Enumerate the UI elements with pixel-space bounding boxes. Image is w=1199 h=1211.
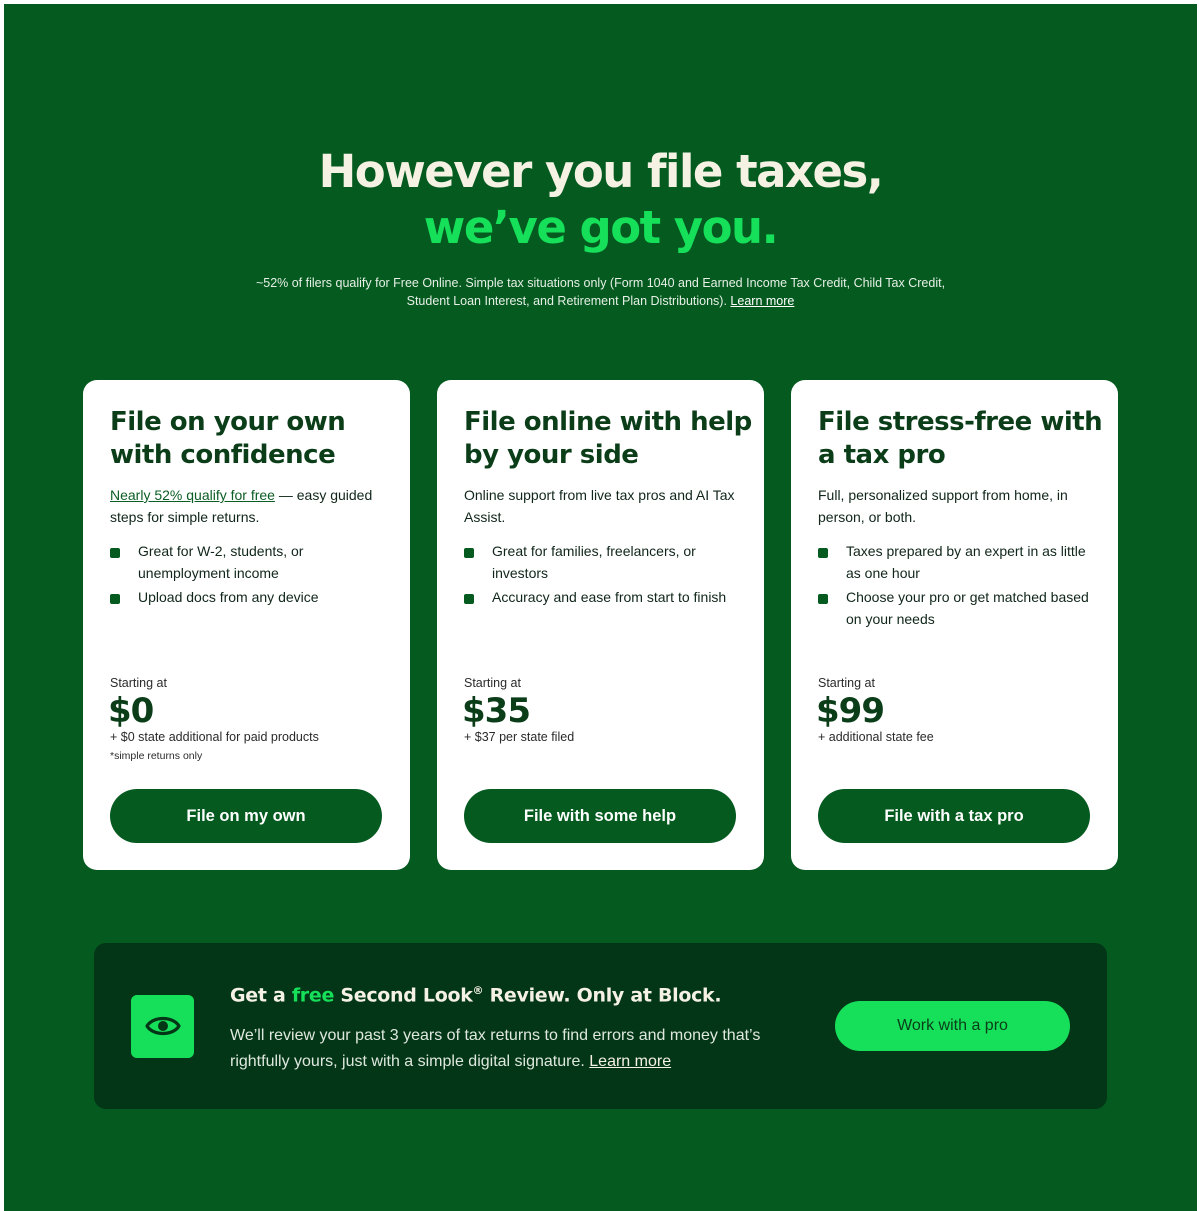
registered-mark: ® <box>472 984 484 997</box>
work-with-pro-button[interactable]: Work with a pro <box>835 1001 1070 1051</box>
feature-item: Great for W-2, students, or unemployment… <box>110 540 395 584</box>
square-bullet-icon <box>464 548 474 558</box>
file-on-my-own-button[interactable]: File on my own <box>110 789 382 843</box>
feature-text: Accuracy and ease from start to finish <box>492 589 727 605</box>
card-features: Great for families, freelancers, or inve… <box>464 540 749 610</box>
price: $35 <box>462 691 531 731</box>
state-fee: + $37 per state filed <box>464 730 575 744</box>
banner-title-free: free <box>291 984 335 1007</box>
file-with-some-help-button[interactable]: File with some help <box>464 789 736 843</box>
price: $0 <box>108 691 154 731</box>
banner-body-text: We’ll review your past 3 years of tax re… <box>230 1027 761 1070</box>
square-bullet-icon <box>818 548 828 558</box>
state-fee: + $0 state additional for paid products <box>110 730 319 744</box>
page: However you file taxes, we’ve got you. ~… <box>4 4 1197 1211</box>
starting-at-label: Starting at <box>818 676 875 690</box>
feature-item: Taxes prepared by an expert in as little… <box>818 540 1103 584</box>
feature-text: Taxes prepared by an expert in as little… <box>846 543 1086 581</box>
hero-title-line1: However you file taxes, <box>318 145 884 198</box>
banner-title: Get a free Second Look® Review. Only at … <box>230 979 722 1007</box>
card-features: Taxes prepared by an expert in as little… <box>818 540 1103 632</box>
banner-body: We’ll review your past 3 years of tax re… <box>230 1023 790 1075</box>
card-title: File online with help by your side <box>464 407 752 470</box>
feature-text: Choose your pro or get matched based on … <box>846 589 1089 627</box>
card-description: Full, personalized support from home, in… <box>818 487 1068 525</box>
second-look-banner: Get a free Second Look® Review. Only at … <box>94 943 1107 1109</box>
state-fee: + additional state fee <box>818 730 934 744</box>
card-description: Online support from live tax pros and AI… <box>464 487 735 525</box>
card-file-on-own: File on your own with confidence Nearly … <box>83 380 410 870</box>
banner-learn-more-link[interactable]: Learn more <box>589 1053 671 1070</box>
price: $99 <box>816 691 885 731</box>
card-file-with-help: File online with help by your side Onlin… <box>437 380 764 870</box>
banner-title-end: Review. Only at Block. <box>483 984 722 1007</box>
feature-item: Great for families, freelancers, or inve… <box>464 540 749 584</box>
card-file-with-pro: File stress-free with a tax pro Full, pe… <box>791 380 1118 870</box>
card-features: Great for W-2, students, or unemployment… <box>110 540 395 610</box>
eye-icon <box>131 995 194 1058</box>
file-with-tax-pro-button[interactable]: File with a tax pro <box>818 789 1090 843</box>
product-cards: File on your own with confidence Nearly … <box>83 380 1118 870</box>
card-title: File on your own with confidence <box>110 407 346 470</box>
feature-text: Upload docs from any device <box>138 589 319 605</box>
feature-text: Great for families, freelancers, or inve… <box>492 543 696 581</box>
hero-title-line2: we’ve got you. <box>423 201 779 254</box>
card-description: Nearly 52% qualify for free — easy guide… <box>110 484 395 528</box>
square-bullet-icon <box>110 594 120 604</box>
square-bullet-icon <box>818 594 828 604</box>
starting-at-label: Starting at <box>110 676 167 690</box>
disclaimer-text: ~52% of filers qualify for Free Online. … <box>255 276 946 308</box>
feature-item: Choose your pro or get matched based on … <box>818 586 1103 630</box>
card-title: File stress-free with a tax pro <box>818 407 1103 470</box>
starting-at-label: Starting at <box>464 676 521 690</box>
square-bullet-icon <box>464 594 474 604</box>
eye-icon-graphic <box>145 1016 181 1036</box>
qualify-free-link[interactable]: Nearly 52% qualify for free <box>110 487 275 503</box>
feature-item: Upload docs from any device <box>110 586 395 608</box>
square-bullet-icon <box>110 548 120 558</box>
feature-item: Accuracy and ease from start to finish <box>464 586 749 608</box>
fine-print: *simple returns only <box>110 750 203 762</box>
disclaimer-learn-more-link[interactable]: Learn more <box>730 294 794 308</box>
hero-title: However you file taxes, we’ve got you. <box>4 144 1197 256</box>
hero-disclaimer: ~52% of filers qualify for Free Online. … <box>251 274 951 310</box>
banner-title-post: Second Look <box>334 984 473 1007</box>
feature-text: Great for W-2, students, or unemployment… <box>138 543 304 581</box>
banner-title-pre: Get a <box>230 984 292 1007</box>
hero-section: However you file taxes, we’ve got you. ~… <box>4 144 1197 310</box>
